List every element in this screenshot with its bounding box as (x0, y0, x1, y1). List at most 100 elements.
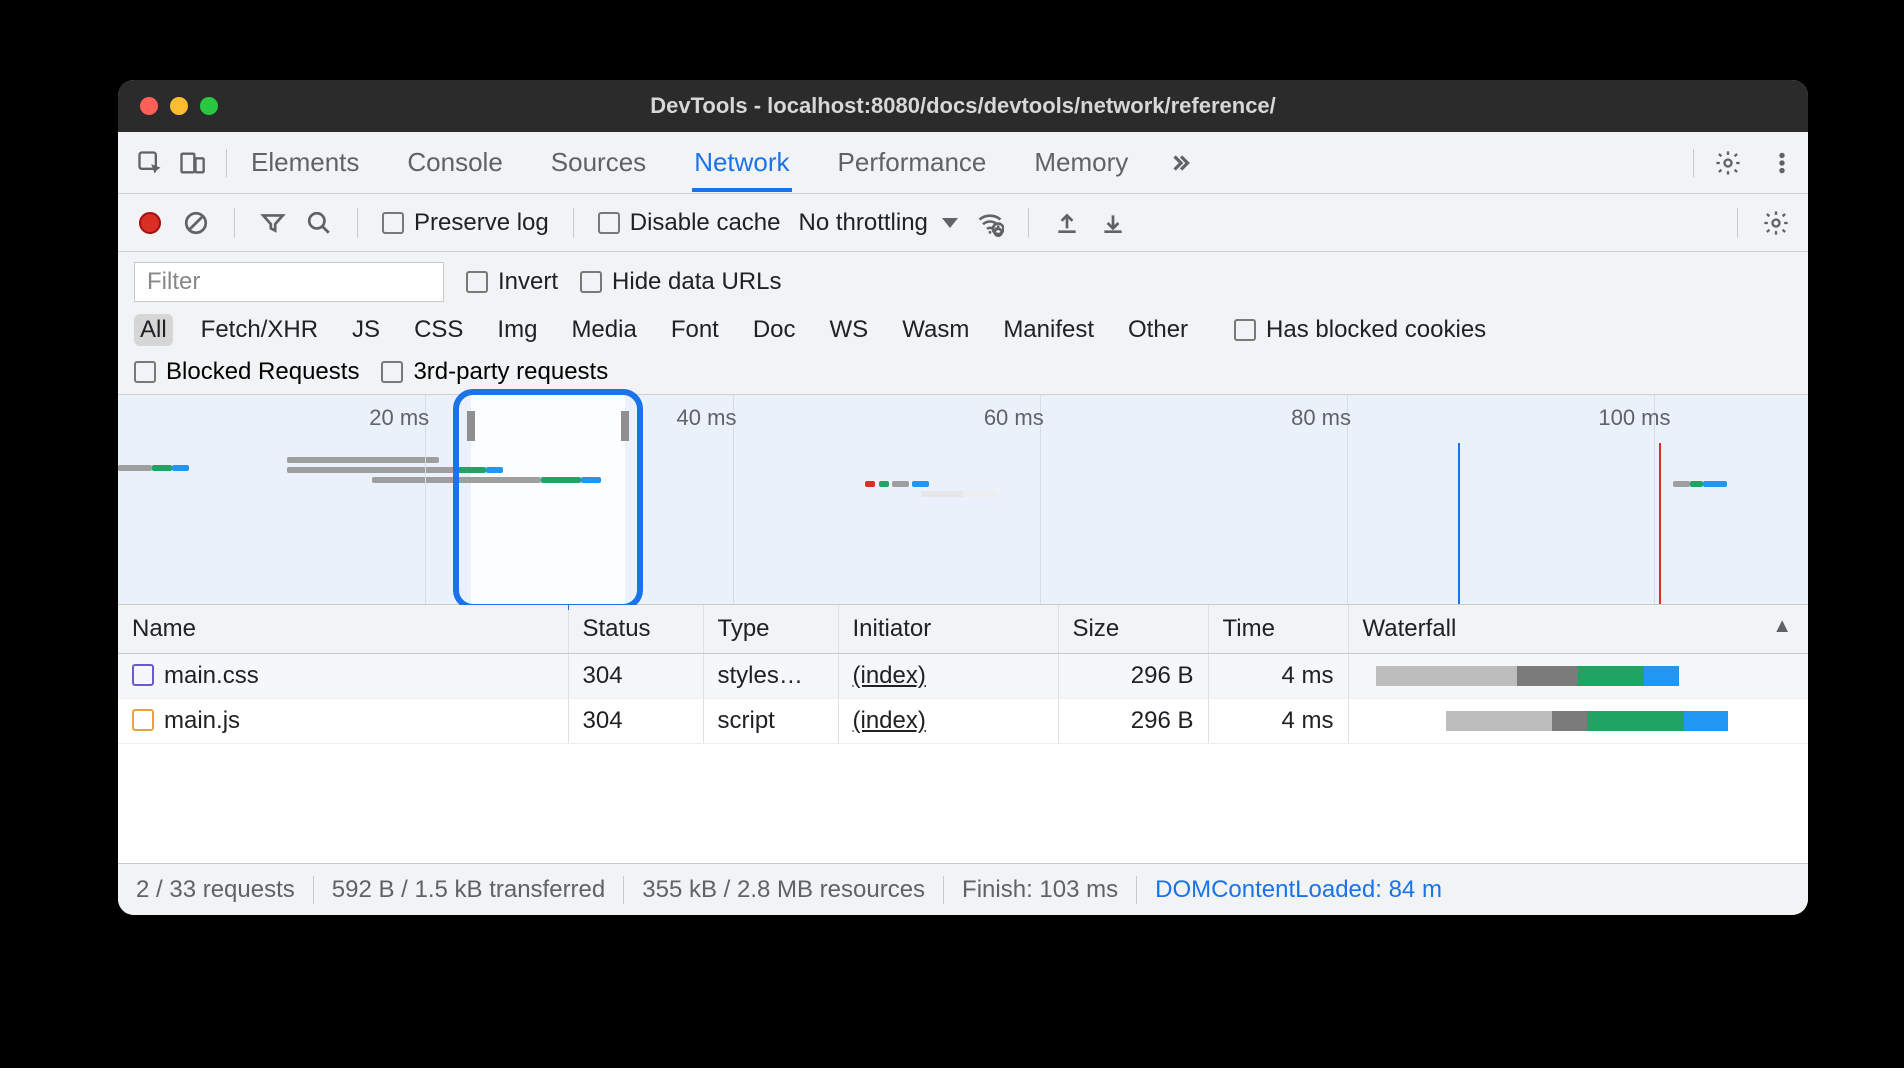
filter-type-fetch-xhr[interactable]: Fetch/XHR (195, 314, 324, 346)
settings-icon[interactable] (1714, 149, 1742, 177)
hide-data-urls-label: Hide data URLs (612, 268, 781, 296)
throttling-select[interactable]: No throttling (798, 209, 957, 237)
clear-button[interactable] (182, 209, 210, 237)
overview-handle-right[interactable] (621, 411, 629, 441)
throttling-value: No throttling (798, 209, 927, 237)
network-toolbar: Preserve log Disable cache No throttling (118, 194, 1808, 252)
tab-console[interactable]: Console (405, 133, 504, 192)
sort-indicator-icon: ▲ (1772, 615, 1792, 638)
col-initiator[interactable]: Initiator (838, 605, 1058, 654)
cell-name: main.js (118, 699, 568, 744)
network-conditions-icon[interactable] (976, 209, 1004, 237)
col-time[interactable]: Time (1208, 605, 1348, 654)
minimize-window-button[interactable] (170, 97, 188, 115)
disable-cache-checkbox[interactable]: Disable cache (598, 209, 781, 237)
preserve-log-label: Preserve log (414, 209, 549, 237)
cell-time: 4 ms (1208, 654, 1348, 699)
tab-performance[interactable]: Performance (836, 133, 989, 192)
cell-waterfall (1348, 654, 1808, 699)
blocked-requests-label: Blocked Requests (166, 358, 359, 386)
col-waterfall[interactable]: Waterfall▲ (1348, 605, 1808, 654)
network-request-table: Name Status Type Initiator Size Time Wat… (118, 605, 1808, 744)
cell-type: styles… (703, 654, 838, 699)
has-blocked-cookies-label: Has blocked cookies (1266, 316, 1486, 344)
status-domcontentloaded: DOMContentLoaded: 84 m (1137, 876, 1460, 904)
overview-tick: 60 ms (984, 405, 1044, 431)
filter-bar-extra: Blocked Requests 3rd-party requests (118, 352, 1808, 395)
device-toolbar-icon[interactable] (178, 149, 206, 177)
col-size[interactable]: Size (1058, 605, 1208, 654)
preserve-log-checkbox[interactable]: Preserve log (382, 209, 549, 237)
filter-bar: Filter Invert Hide data URLs (118, 252, 1808, 308)
stylesheet-icon (132, 664, 154, 686)
file-name: main.css (164, 662, 259, 689)
window-title: DevTools - localhost:8080/docs/devtools/… (118, 93, 1808, 119)
traffic-lights (140, 97, 218, 115)
filter-type-other[interactable]: Other (1122, 314, 1194, 346)
status-resources: 355 kB / 2.8 MB resources (624, 876, 944, 904)
overview-timeline[interactable]: 20 ms40 ms60 ms80 ms100 ms (118, 395, 1808, 605)
filter-type-ws[interactable]: WS (824, 314, 875, 346)
upload-har-icon[interactable] (1053, 209, 1081, 237)
panel-tabs: Elements Console Sources Network Performance… (249, 133, 1130, 192)
blocked-requests-checkbox[interactable]: Blocked Requests (134, 358, 359, 386)
overview-tick: 80 ms (1291, 405, 1351, 431)
col-name[interactable]: Name (118, 605, 568, 654)
initiator-link[interactable]: (index) (853, 662, 926, 689)
devtools-tabstrip: Elements Console Sources Network Performance… (118, 132, 1808, 194)
script-icon (132, 709, 154, 731)
status-bar: 2 / 33 requests 592 B / 1.5 kB transferr… (118, 863, 1808, 915)
search-icon[interactable] (305, 209, 333, 237)
filter-type-css[interactable]: CSS (408, 314, 469, 346)
filter-type-manifest[interactable]: Manifest (997, 314, 1100, 346)
record-button[interactable] (136, 209, 164, 237)
overview-handle-left[interactable] (467, 411, 475, 441)
kebab-menu-icon[interactable] (1768, 149, 1796, 177)
cell-initiator: (index) (838, 699, 1058, 744)
inspect-element-icon[interactable] (136, 149, 164, 177)
filter-type-all[interactable]: All (134, 314, 173, 346)
devtools-window: DevTools - localhost:8080/docs/devtools/… (118, 80, 1808, 915)
network-settings-icon[interactable] (1762, 209, 1790, 237)
filter-input[interactable]: Filter (134, 262, 444, 302)
cell-status: 304 (568, 654, 703, 699)
has-blocked-cookies-checkbox[interactable]: Has blocked cookies (1234, 316, 1486, 344)
filter-type-doc[interactable]: Doc (747, 314, 802, 346)
initiator-link[interactable]: (index) (853, 707, 926, 734)
cell-waterfall (1348, 699, 1808, 744)
filter-type-font[interactable]: Font (665, 314, 725, 346)
tab-memory[interactable]: Memory (1032, 133, 1130, 192)
tab-sources[interactable]: Sources (549, 133, 648, 192)
close-window-button[interactable] (140, 97, 158, 115)
cell-initiator: (index) (838, 654, 1058, 699)
table-header-row: Name Status Type Initiator Size Time Wat… (118, 605, 1808, 654)
disable-cache-label: Disable cache (630, 209, 781, 237)
filter-type-img[interactable]: Img (491, 314, 543, 346)
more-tabs-icon[interactable] (1166, 149, 1194, 177)
download-har-icon[interactable] (1099, 209, 1127, 237)
third-party-checkbox[interactable]: 3rd-party requests (381, 358, 608, 386)
filter-icon[interactable] (259, 209, 287, 237)
hide-data-urls-checkbox[interactable]: Hide data URLs (580, 268, 781, 296)
filter-placeholder: Filter (147, 268, 200, 296)
filter-type-js[interactable]: JS (346, 314, 386, 346)
table-row[interactable]: main.css 304styles… (index) 296 B4 ms (118, 654, 1808, 699)
col-status[interactable]: Status (568, 605, 703, 654)
table-row[interactable]: main.js304script(index)296 B4 ms (118, 699, 1808, 744)
filter-type-wasm[interactable]: Wasm (896, 314, 975, 346)
invert-checkbox[interactable]: Invert (466, 268, 558, 296)
third-party-label: 3rd-party requests (413, 358, 608, 386)
zoom-window-button[interactable] (200, 97, 218, 115)
tab-network[interactable]: Network (692, 133, 791, 192)
cell-size: 296 B (1058, 654, 1208, 699)
chevron-down-icon (942, 218, 958, 228)
col-type[interactable]: Type (703, 605, 838, 654)
cell-size: 296 B (1058, 699, 1208, 744)
cell-status: 304 (568, 699, 703, 744)
load-event-marker (1659, 443, 1661, 604)
file-name: main.js (164, 707, 240, 734)
tab-elements[interactable]: Elements (249, 133, 361, 192)
window-titlebar: DevTools - localhost:8080/docs/devtools/… (118, 80, 1808, 132)
overview-selection[interactable] (471, 395, 625, 604)
filter-type-media[interactable]: Media (565, 314, 642, 346)
